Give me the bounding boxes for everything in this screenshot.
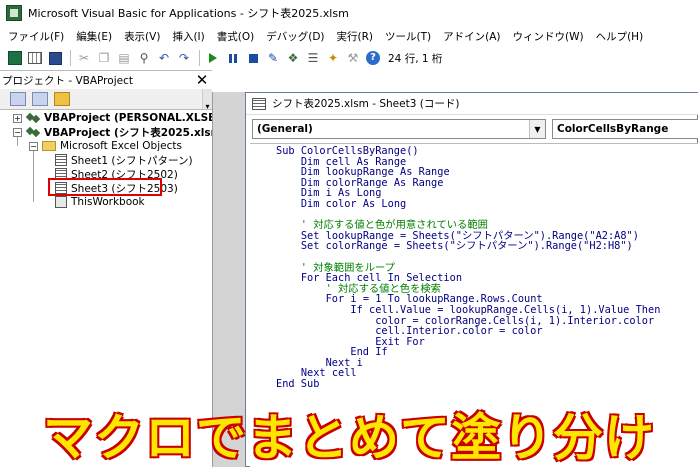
project-explorer-title: プロジェクト - VBAProject <box>2 74 133 87</box>
menu-item[interactable]: 編集(E) <box>70 29 118 44</box>
object-dropdown-value: (General) <box>257 123 313 135</box>
mdi-toolbar-strip <box>212 70 698 92</box>
promo-banner: マクロでまとめて塗り分け <box>0 400 698 467</box>
menu-item[interactable]: 挿入(I) <box>166 29 210 44</box>
tree-item-shift-project[interactable]: − VBAProject (シフト表2025.xlsm) <box>13 125 226 139</box>
reset-icon[interactable] <box>244 49 262 67</box>
scroll-down-icon[interactable]: ▾ <box>202 89 212 111</box>
toolbar-separator <box>70 50 71 66</box>
code-line: Dim color As Long <box>276 199 660 210</box>
break-icon[interactable] <box>224 49 242 67</box>
tree-item-thisworkbook[interactable]: ThisWorkbook <box>55 195 145 209</box>
excel-icon[interactable] <box>6 49 24 67</box>
title-bar: Microsoft Visual Basic for Applications … <box>0 0 698 26</box>
menu-item[interactable]: ウィンドウ(W) <box>507 29 590 44</box>
run-icon[interactable] <box>204 49 222 67</box>
vba-project-icon <box>26 112 40 124</box>
paste-icon[interactable]: ▤ <box>115 49 133 67</box>
cut-icon[interactable]: ✂ <box>75 49 93 67</box>
tree-item-excel-objects[interactable]: − Microsoft Excel Objects <box>29 139 182 153</box>
code-token: colorRange = Sheets("シフトパターン").Range("H2… <box>325 240 633 253</box>
project-explorer-icon[interactable]: ❖ <box>284 49 302 67</box>
standard-toolbar: ✂ ❐ ▤ ⚲ ↶ ↷ ✎ ❖ ☰ ✦ ⚒ ? 24 行, 1 桁 <box>0 46 698 70</box>
worksheet-icon <box>55 154 67 166</box>
tree-item-sheet1[interactable]: Sheet1 (シフトパターン) <box>55 153 193 167</box>
view-code-icon[interactable] <box>10 92 26 106</box>
tree-label: ThisWorkbook <box>71 196 145 208</box>
menu-item[interactable]: ファイル(F) <box>2 29 70 44</box>
code-token: color <box>325 197 363 210</box>
grid-icon[interactable] <box>26 49 44 67</box>
undo-icon[interactable]: ↶ <box>155 49 173 67</box>
menu-item[interactable]: ツール(T) <box>379 29 437 44</box>
expand-icon[interactable]: + <box>13 113 22 123</box>
cursor-position-status: 24 行, 1 桁 <box>388 52 443 65</box>
tree-label: VBAProject (シフト表2025.xlsm) <box>44 126 227 139</box>
menu-item[interactable]: 書式(O) <box>211 29 260 44</box>
code-token: cell <box>331 367 357 380</box>
collapse-icon[interactable]: − <box>29 141 38 151</box>
menu-item[interactable]: アドイン(A) <box>437 29 506 44</box>
menu-item[interactable]: ヘルプ(H) <box>590 29 650 44</box>
toolbar-separator <box>199 50 200 66</box>
toggle-folders-icon[interactable] <box>54 92 70 106</box>
selection-highlight-box <box>48 178 162 196</box>
code-window-title: シフト表2025.xlsm - Sheet3 (コード) <box>272 98 460 110</box>
module-icon <box>252 97 266 110</box>
code-keyword: End Sub <box>276 378 320 391</box>
collapse-icon[interactable]: − <box>13 127 22 137</box>
tree-label: Sheet1 (シフトパターン) <box>71 154 193 167</box>
project-explorer-toolbar <box>0 89 212 109</box>
menu-item[interactable]: デバッグ(D) <box>260 29 330 44</box>
menu-item[interactable]: 実行(R) <box>331 29 380 44</box>
code-line: End Sub <box>276 379 660 390</box>
properties-icon[interactable]: ☰ <box>304 49 322 67</box>
tree-item-personal-project[interactable]: + VBAProject (PERSONAL.XLSB) <box>13 111 221 125</box>
toolbox-icon[interactable]: ⚒ <box>344 49 362 67</box>
code-keyword: Dim <box>300 197 326 210</box>
vba-app-icon <box>6 5 22 21</box>
workbook-icon <box>55 196 67 208</box>
procedure-dropdown-value: ColorCellsByRange <box>557 123 669 135</box>
close-icon[interactable]: ✕ <box>194 71 210 89</box>
vba-project-icon <box>26 126 40 138</box>
code-text[interactable]: Sub ColorCellsByRange() Dim cell As Rang… <box>276 146 660 390</box>
find-icon[interactable]: ⚲ <box>135 49 153 67</box>
code-token: i <box>356 356 363 369</box>
project-explorer-header: プロジェクト - VBAProject ✕ <box>0 70 212 89</box>
code-line: Set colorRange = Sheets("シフトパターン").Range… <box>276 241 660 252</box>
tree-connector <box>33 146 34 202</box>
code-keyword: As <box>393 176 413 189</box>
folder-icon <box>42 141 56 151</box>
tree-label: Microsoft Excel Objects <box>60 140 182 152</box>
window-title: Microsoft Visual Basic for Applications … <box>28 7 349 20</box>
help-icon[interactable]: ? <box>364 49 382 67</box>
banner-caption: マクロでまとめて塗り分け <box>42 408 655 467</box>
chevron-down-icon[interactable]: ▼ <box>529 120 545 138</box>
menu-item[interactable]: 表示(V) <box>118 29 166 44</box>
procedure-dropdown[interactable]: ColorCellsByRange <box>552 119 698 139</box>
design-mode-icon[interactable]: ✎ <box>264 49 282 67</box>
object-browser-icon[interactable]: ✦ <box>324 49 342 67</box>
copy-icon[interactable]: ❐ <box>95 49 113 67</box>
object-dropdown[interactable]: (General) ▼ <box>252 119 546 139</box>
redo-icon[interactable]: ↷ <box>175 49 193 67</box>
tree-label: VBAProject (PERSONAL.XLSB) <box>44 112 221 124</box>
menu-bar: ファイル(F) 編集(E) 表示(V) 挿入(I) 書式(O) デバッグ(D) 実行(R) ツ… <box>0 26 698 46</box>
view-object-icon[interactable] <box>32 92 48 106</box>
code-token: Range <box>412 176 444 189</box>
code-keyword: Set <box>300 240 326 253</box>
save-icon[interactable] <box>46 49 64 67</box>
code-keyword: As Long <box>362 197 407 210</box>
code-line: Next cell <box>276 368 660 379</box>
code-window-titlebar: シフト表2025.xlsm - Sheet3 (コード) <box>246 93 698 115</box>
